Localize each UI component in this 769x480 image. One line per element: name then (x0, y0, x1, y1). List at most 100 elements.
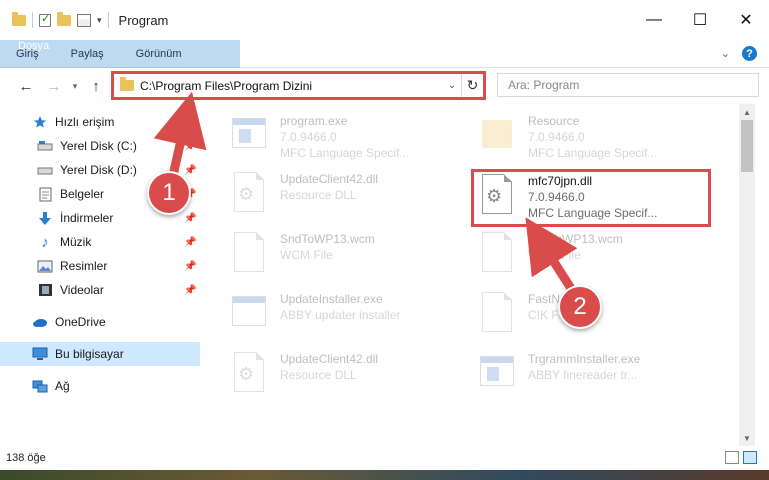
file-detail: 7.0.9466.0 (280, 130, 337, 144)
file-detail: Resource DLL (280, 368, 357, 382)
expand-ribbon-icon[interactable]: ⌄ (721, 47, 730, 60)
file-detail: WCM File (528, 248, 581, 262)
sidebar-item-label: Resimler (60, 259, 108, 273)
pin-icon[interactable]: 📌 (184, 237, 196, 248)
file-item[interactable]: ⚙ UpdateClient42.dll Resource DLL (228, 350, 468, 406)
file-name: UpdateClient42.dll (280, 172, 379, 186)
sidebar-item-this-pc[interactable]: Bu bilgisayar (0, 342, 200, 366)
video-icon (37, 282, 53, 298)
computer-icon (32, 346, 48, 362)
file-item[interactable]: SndToWP13.wcm WCM File (476, 230, 716, 286)
pictures-icon (37, 258, 53, 274)
sidebar-item-label: Müzik (60, 235, 92, 249)
item-count: 138 öğe (6, 452, 46, 464)
file-item[interactable]: SndToWP13.wcm WCM File (228, 230, 468, 286)
pin-icon[interactable]: 📌 (184, 165, 196, 176)
minimize-button[interactable]: — (631, 0, 677, 40)
drive-icon (37, 162, 53, 178)
file-name: Resource (528, 114, 580, 128)
properties-check-icon[interactable] (39, 12, 51, 27)
pin-icon[interactable]: 📌 (184, 261, 196, 272)
scroll-thumb[interactable] (741, 120, 753, 172)
sidebar-item-quick-access[interactable]: Hızlı erişim (0, 110, 200, 134)
file-name: SndToWP13.wcm (280, 232, 375, 246)
sidebar-item-music[interactable]: ♪ Müzik 📌 (0, 230, 200, 254)
window-controls: — ☐ ✕ (631, 0, 769, 40)
file-detail: 7.0.9466.0 (528, 130, 585, 144)
download-icon (37, 210, 53, 226)
toolbar-divider (32, 12, 33, 28)
sidebar-item-drive-c[interactable]: Yerel Disk (C:) 📌 (0, 134, 200, 158)
close-button[interactable]: ✕ (723, 0, 769, 40)
sidebar-item-label: Hızlı erişim (55, 115, 115, 129)
sidebar-item-label: Yerel Disk (D:) (60, 163, 137, 177)
folder-icon[interactable] (12, 11, 26, 26)
exe-icon (476, 350, 518, 396)
drive-icon (37, 138, 53, 154)
file-icon (228, 230, 270, 276)
file-item[interactable]: UpdateInstaller.exe ABBY updater install… (228, 290, 468, 346)
desktop-strip (0, 470, 769, 480)
pin-icon[interactable]: 📌 (184, 141, 196, 152)
file-list: program.exe 7.0.9466.0 MFC Language Spec… (214, 104, 739, 446)
music-icon: ♪ (41, 233, 49, 251)
documents-icon (37, 186, 53, 202)
file-item[interactable]: ⚙ UpdateClient42.dll Resource DLL (228, 170, 468, 226)
folder-icon (476, 112, 518, 158)
ribbon-right: ⌄ ? (721, 40, 769, 67)
file-name: UpdateInstaller.exe (280, 292, 383, 306)
file-description: MFC Language Specif... (528, 146, 658, 160)
quick-access-toolbar: ▾ (0, 0, 109, 40)
sidebar-item-onedrive[interactable]: OneDrive (0, 310, 200, 334)
refresh-icon[interactable]: ↻ (461, 74, 483, 97)
sidebar-item-label: Belgeler (60, 187, 105, 201)
view-buttons (725, 451, 757, 464)
navigation-pane: Hızlı erişim Yerel Disk (C:) 📌 Yerel Dis… (0, 104, 200, 446)
forward-arrow-icon[interactable]: → (42, 72, 66, 100)
sidebar-item-label: İndirmeler (60, 211, 114, 225)
scroll-down-icon[interactable]: ▼ (739, 430, 755, 446)
sidebar-item-label: Ağ (55, 379, 70, 393)
dll-icon: ⚙ (228, 170, 270, 216)
tiles-view-icon[interactable] (743, 451, 757, 464)
file-name: SndToWP13.wcm (528, 232, 623, 246)
chevron-down-icon[interactable]: ⌄ (443, 80, 461, 91)
step-2-badge: 2 (558, 285, 602, 329)
pin-icon[interactable]: 📌 (184, 213, 196, 224)
sidebar-item-label: Videolar (60, 283, 104, 297)
address-path[interactable]: C:\Program Files\Program Dizini (140, 79, 443, 93)
file-item[interactable]: Resource 7.0.9466.0 MFC Language Specif.… (476, 112, 716, 168)
search-input[interactable]: Ara: Program (497, 73, 759, 97)
star-icon (32, 114, 48, 130)
recent-locations-icon[interactable]: ▾ (68, 72, 82, 100)
vertical-scrollbar[interactable]: ▲ ▼ (739, 104, 755, 446)
ribbon: Dosya Giriş Paylaş Görünüm ⌄ ? (0, 40, 769, 96)
scroll-up-icon[interactable]: ▲ (739, 104, 755, 120)
step-1-badge: 1 (147, 171, 191, 215)
pin-icon[interactable]: 📌 (184, 285, 196, 296)
file-icon (476, 230, 518, 276)
up-arrow-icon[interactable]: ↑ (84, 72, 108, 100)
navigation-bar: ← → ▾ ↑ C:\Program Files\Program Dizini … (0, 68, 769, 104)
file-item[interactable]: program.exe 7.0.9466.0 MFC Language Spec… (228, 112, 468, 168)
customize-icon[interactable] (77, 13, 91, 27)
sidebar-item-network[interactable]: Ağ (0, 374, 200, 398)
title-bar: ▾ Program — ☐ ✕ (0, 0, 769, 40)
details-view-icon[interactable] (725, 451, 739, 464)
address-bar[interactable]: C:\Program Files\Program Dizini ⌄ ↻ (111, 71, 486, 100)
file-detail: Resource DLL (280, 188, 357, 202)
file-item[interactable]: TrgrammInstaller.exe ABBY finereader tr.… (476, 350, 716, 406)
sidebar-item-label: Bu bilgisayar (55, 347, 124, 361)
help-icon[interactable]: ? (742, 46, 757, 61)
file-detail: ABBY finereader tr... (528, 368, 638, 382)
sidebar-item-videos[interactable]: Videolar 📌 (0, 278, 200, 302)
status-bar: 138 öğe (0, 446, 769, 470)
back-arrow-icon[interactable]: ← (14, 72, 38, 100)
maximize-button[interactable]: ☐ (677, 0, 723, 40)
sidebar-item-pictures[interactable]: Resimler 📌 (0, 254, 200, 278)
chevron-down-icon[interactable]: ▾ (97, 15, 102, 26)
file-detail: ABBY updater installer (280, 308, 401, 322)
new-folder-icon[interactable] (57, 11, 71, 26)
cloud-icon (32, 314, 48, 330)
sidebar-item-label: OneDrive (55, 315, 106, 329)
